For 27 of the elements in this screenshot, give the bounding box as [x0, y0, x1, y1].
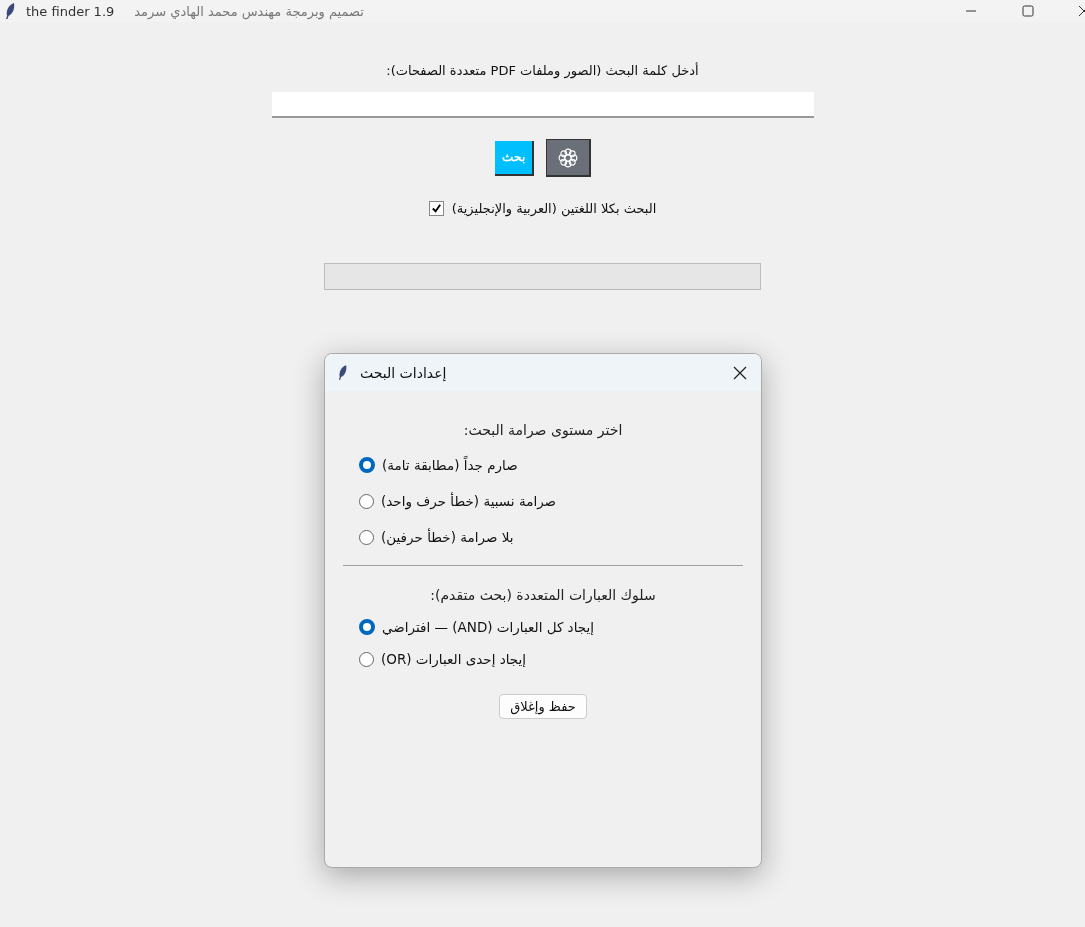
settings-button[interactable]: [545, 139, 591, 177]
search-field[interactable]: [271, 92, 814, 118]
settings-icon: [556, 146, 579, 169]
radio-button[interactable]: [359, 457, 375, 473]
save-close-button[interactable]: حفظ وإغلاق: [499, 694, 587, 719]
checkbox[interactable]: [428, 201, 444, 216]
radio-button[interactable]: [359, 529, 374, 545]
search-label: أدخل كلمة البحث (الصور وملفات PDF متعددة الصفحات):: [386, 63, 699, 78]
feather-icon: [337, 364, 348, 381]
radio-label: إيجاد كل العبارات (AND) — افتراضي: [382, 619, 594, 635]
radio-button[interactable]: [359, 493, 374, 509]
close-icon[interactable]: [1079, 5, 1085, 17]
close-icon[interactable]: [733, 365, 747, 380]
maximize-icon[interactable]: [1022, 5, 1034, 17]
feather-icon: [4, 2, 16, 20]
radio-label: إيجاد إحدى العبارات (OR): [381, 651, 527, 667]
radio-button[interactable]: [359, 619, 375, 635]
window-title: the finder 1.9: [26, 3, 115, 19]
window-subtitle: تصميم وبرمجة مهندس محمد الهادي سرمد: [134, 3, 364, 19]
dialog-title: إعدادات البحث: [360, 364, 447, 381]
section-heading: سلوك العبارات المتعددة (بحث متقدم):: [430, 587, 656, 603]
radio-label: صرامة نسبية (خطأ حرف واحد): [381, 493, 557, 509]
section-heading: اختر مستوى صرامة البحث:: [463, 422, 623, 438]
checkbox-label: البحث بكلا اللغتين (العربية والإنجليزية): [451, 201, 657, 216]
radio-label: صارم جداً (مطابقة تامة): [382, 457, 518, 473]
radio-label: بلا صرامة (خطأ حرفين): [381, 529, 514, 545]
radio-button[interactable]: [359, 651, 374, 667]
